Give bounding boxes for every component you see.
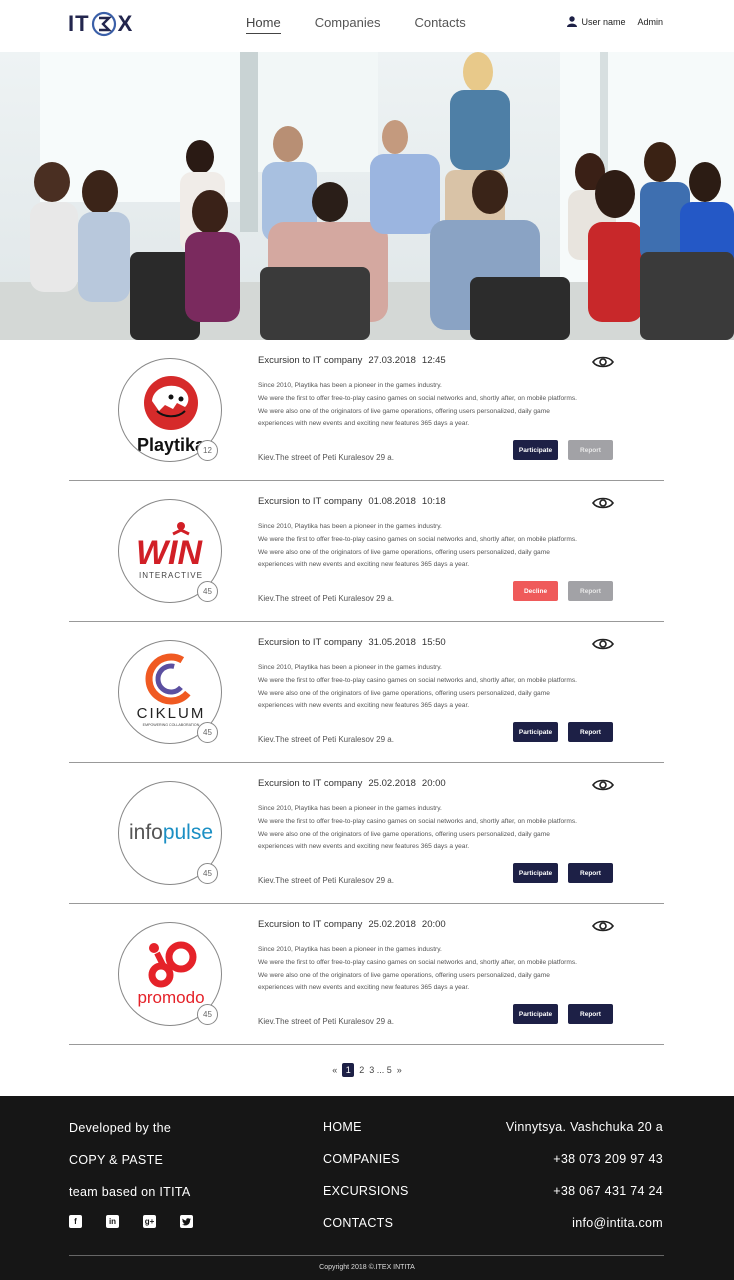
participants-count: 45 [197, 722, 218, 743]
card-title: Excursion to IT company 25.02.2018 20:00 [258, 778, 446, 789]
twitter-icon[interactable] [180, 1215, 193, 1228]
svg-text:INTERACTIVE: INTERACTIVE [139, 571, 203, 580]
participate-button[interactable]: Participate [513, 1004, 558, 1024]
excursion-card: promodo 45 Excursion to IT company 25.02.… [69, 904, 664, 1045]
participants-count: 45 [197, 581, 218, 602]
eye-icon[interactable] [592, 637, 614, 651]
excursion-card: CIKLUM EMPOWERING COLLABORATION 45 Excur… [69, 622, 664, 763]
pagination-page[interactable]: 3 ... 5 [369, 1065, 392, 1075]
report-button[interactable]: Report [568, 863, 613, 883]
eye-icon[interactable] [592, 496, 614, 510]
footer-credits: Developed by the COPY & PASTE team based… [69, 1121, 191, 1199]
eye-icon[interactable] [592, 778, 614, 792]
svg-text:CIKLUM: CIKLUM [137, 705, 206, 722]
pagination-page[interactable]: 2 [359, 1065, 364, 1075]
footer-link-excursions[interactable]: EXCURSIONS [323, 1184, 409, 1216]
svg-text:Playtika: Playtika [137, 435, 206, 455]
card-description: Since 2010, Playtika has been a pioneer … [258, 946, 577, 992]
card-description: Since 2010, Playtika has been a pioneer … [258, 805, 577, 851]
site-header: IT X Home Companies Contacts User name A… [0, 0, 734, 52]
footer-contacts: Vinnytsya. Vashchuka 20 a +38 073 209 97… [506, 1120, 663, 1248]
card-title: Excursion to IT company 31.05.2018 15:50 [258, 637, 446, 648]
card-address: Kiev.The street of Peti Kuralesov 29 a. [258, 453, 394, 462]
eye-icon[interactable] [592, 355, 614, 369]
participate-button[interactable]: Participate [513, 722, 558, 742]
linkedin-icon[interactable]: in [106, 1215, 119, 1228]
svg-text:EMPOWERING COLLABORATION: EMPOWERING COLLABORATION [143, 723, 200, 727]
excursion-card: infopulse 45 Excursion to IT company 25.0… [69, 763, 664, 904]
nav-contacts-link[interactable]: Contacts [414, 15, 465, 34]
card-address: Kiev.The street of Peti Kuralesov 29 a. [258, 735, 394, 744]
excursion-card: WIN INTERACTIVE 45 Excursion to IT compa… [69, 481, 664, 622]
itex-logo[interactable]: IT X [68, 11, 133, 37]
nav-home-link[interactable]: Home [246, 15, 281, 34]
svg-text:infopulse: infopulse [129, 821, 213, 844]
footer-phone[interactable]: +38 073 209 97 43 [506, 1152, 663, 1184]
hero-image [0, 52, 734, 340]
pagination-next[interactable]: » [397, 1065, 402, 1075]
admin-link[interactable]: Admin [637, 17, 663, 27]
card-address: Kiev.The street of Peti Kuralesov 29 a. [258, 594, 394, 603]
card-address: Kiev.The street of Peti Kuralesov 29 a. [258, 876, 394, 885]
site-footer: Developed by the COPY & PASTE team based… [0, 1096, 734, 1280]
footer-phone[interactable]: +38 067 431 74 24 [506, 1184, 663, 1216]
participants-count: 12 [197, 440, 218, 461]
pagination: « 1 2 3 ... 5 » [0, 1063, 734, 1077]
copyright: Copyright 2018 ©.ITEX INTITA [319, 1264, 415, 1271]
card-title: Excursion to IT company 25.02.2018 20:00 [258, 919, 446, 930]
svg-text:promodo: promodo [137, 988, 204, 1007]
card-title: Excursion to IT company 27.03.2018 12:45 [258, 355, 446, 366]
social-links: f in g+ [69, 1215, 193, 1228]
card-description: Since 2010, Playtika has been a pioneer … [258, 382, 577, 428]
card-address: Kiev.The street of Peti Kuralesov 29 a. [258, 1017, 394, 1026]
decline-button[interactable]: Decline [513, 581, 558, 601]
logo-sigma-icon [91, 11, 116, 37]
nav-companies-link[interactable]: Companies [315, 15, 381, 34]
card-description: Since 2010, Playtika has been a pioneer … [258, 664, 577, 710]
participate-button[interactable]: Participate [513, 863, 558, 883]
card-description: Since 2010, Playtika has been a pioneer … [258, 523, 577, 569]
pagination-current-page[interactable]: 1 [342, 1063, 355, 1077]
footer-link-contacts[interactable]: CONTACTS [323, 1216, 409, 1248]
participants-count: 45 [197, 863, 218, 884]
card-title: Excursion to IT company 01.08.2018 10:18 [258, 496, 446, 507]
report-button[interactable]: Report [568, 722, 613, 742]
participate-button[interactable]: Participate [513, 440, 558, 460]
footer-link-companies[interactable]: COMPANIES [323, 1152, 409, 1184]
report-button[interactable]: Report [568, 1004, 613, 1024]
user-icon [567, 16, 578, 27]
report-button[interactable]: Report [568, 440, 613, 460]
footer-nav: HOME COMPANIES EXCURSIONS CONTACTS [323, 1120, 409, 1248]
user-menu[interactable]: User name Admin [567, 16, 663, 27]
eye-icon[interactable] [592, 919, 614, 933]
footer-link-home[interactable]: HOME [323, 1120, 409, 1152]
participants-count: 45 [197, 1004, 218, 1025]
footer-email[interactable]: info@intita.com [506, 1216, 663, 1248]
report-button[interactable]: Report [568, 581, 613, 601]
excursion-card: Playtika 12 Excursion to IT company 27.03… [69, 340, 664, 481]
main-nav: Home Companies Contacts [246, 15, 466, 34]
facebook-icon[interactable]: f [69, 1215, 82, 1228]
user-name[interactable]: User name [581, 17, 625, 27]
google-plus-icon[interactable]: g+ [143, 1215, 156, 1228]
pagination-prev[interactable]: « [332, 1065, 337, 1075]
footer-divider [69, 1255, 664, 1256]
svg-text:WIN: WIN [136, 534, 204, 572]
footer-address: Vinnytsya. Vashchuka 20 a [505, 1120, 663, 1134]
